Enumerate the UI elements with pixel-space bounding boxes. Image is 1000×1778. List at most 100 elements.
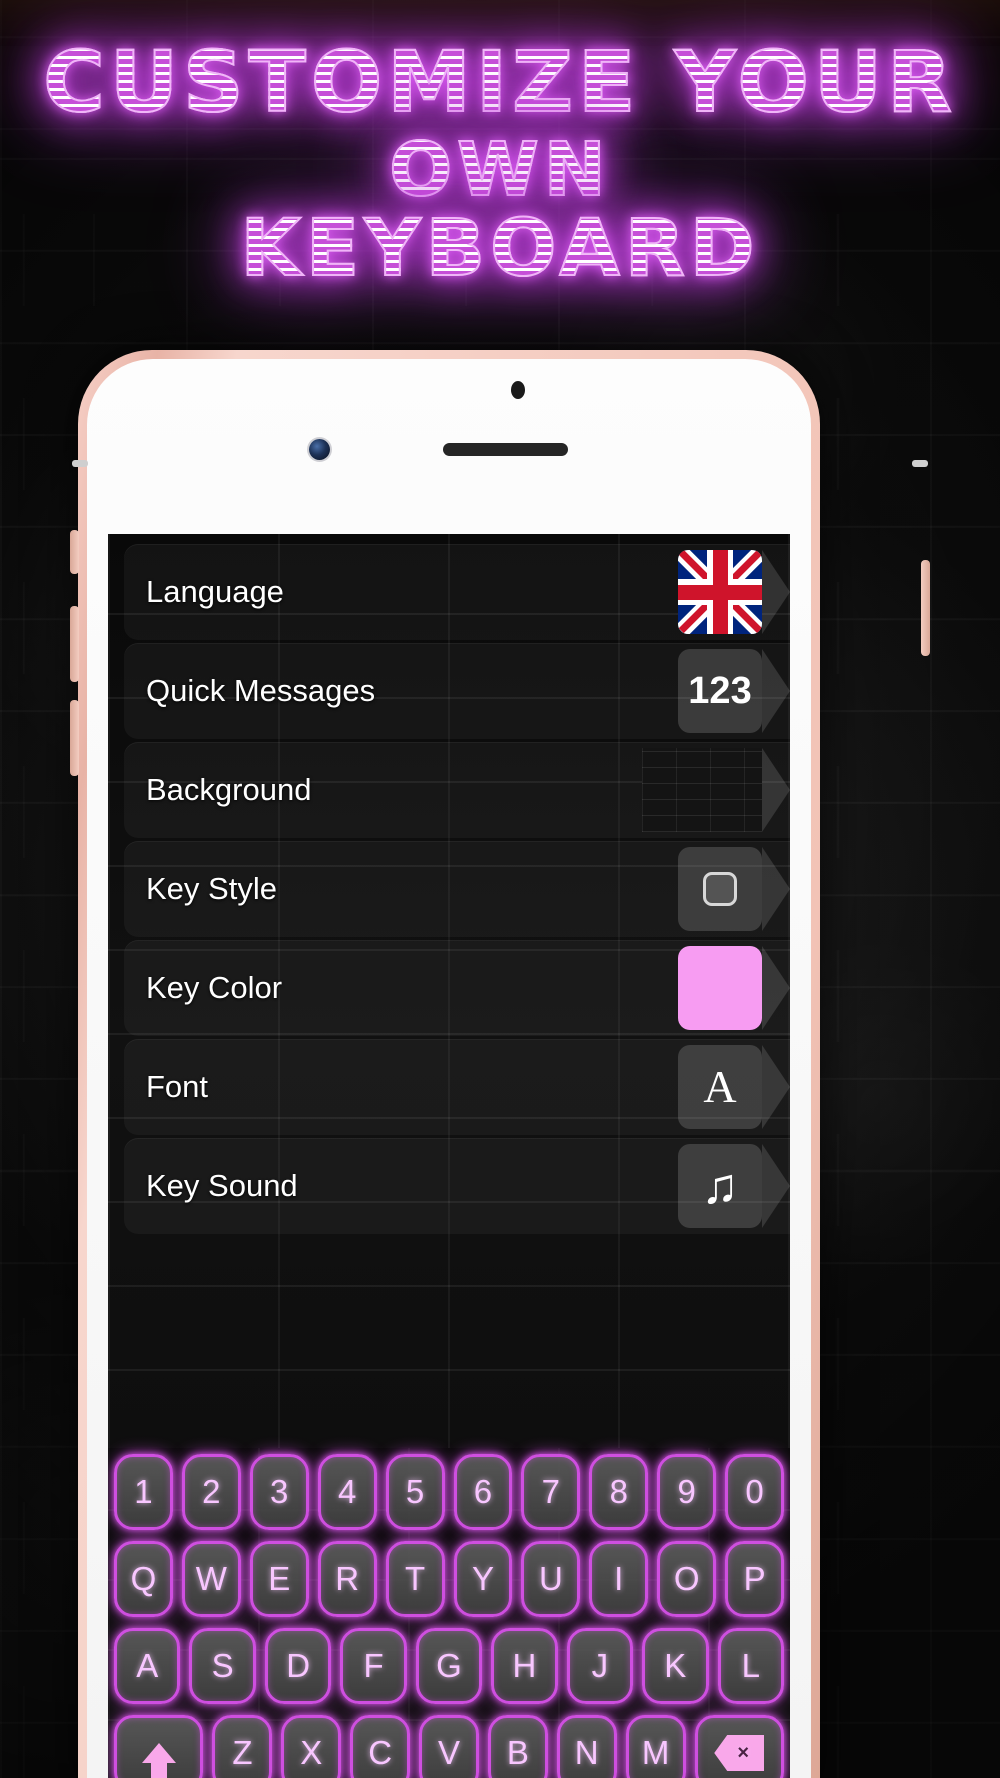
key-k[interactable]: K <box>642 1628 709 1704</box>
phone-front-face: Language Quick Messages 123 Background K… <box>87 359 811 1778</box>
key-2[interactable]: 2 <box>181 1454 241 1530</box>
key-6[interactable]: 6 <box>453 1454 513 1530</box>
key-e[interactable]: E <box>249 1541 309 1617</box>
brick-wall-preview <box>642 748 762 832</box>
power-button[interactable] <box>921 560 930 656</box>
key-3[interactable]: 3 <box>249 1454 309 1530</box>
keyboard-row-home: ASDFGHJKL <box>114 1628 784 1704</box>
key-backspace[interactable]: × <box>694 1715 784 1778</box>
key-0[interactable]: 0 <box>725 1454 785 1530</box>
key-t[interactable]: T <box>385 1541 445 1617</box>
setting-value-quick-messages: 123 <box>678 649 790 733</box>
setting-row-background[interactable]: Background <box>124 742 790 838</box>
earpiece-speaker-icon <box>443 443 568 456</box>
key-4[interactable]: 4 <box>317 1454 377 1530</box>
setting-label-key-sound: Key Sound <box>146 1168 298 1203</box>
key-g[interactable]: G <box>415 1628 483 1704</box>
letter-a-icon: A <box>678 1045 762 1129</box>
key-a[interactable]: A <box>114 1628 181 1704</box>
silent-switch[interactable] <box>70 530 79 574</box>
chevron-right-icon <box>762 550 790 634</box>
setting-label-background: Background <box>146 772 312 807</box>
key-v[interactable]: V <box>419 1715 479 1778</box>
key-j[interactable]: J <box>566 1628 634 1704</box>
headline-line-3: Keyboard <box>0 209 1000 289</box>
front-camera-icon <box>309 439 330 460</box>
letter-a-label: A <box>703 1061 737 1112</box>
chevron-right-icon <box>762 1144 790 1228</box>
headline-line-2: Own <box>0 132 1000 208</box>
volume-up-button[interactable] <box>70 606 79 682</box>
setting-row-key-sound[interactable]: Key Sound ♫ <box>124 1138 790 1234</box>
setting-label-key-style: Key Style <box>146 871 277 906</box>
key-9[interactable]: 9 <box>657 1454 717 1530</box>
chevron-right-icon <box>762 1045 790 1129</box>
neon-keyboard: 1234567890 QWERTYUIOP ASDFGHJKL ZXCVBNM … <box>108 1448 790 1778</box>
setting-row-language[interactable]: Language <box>124 544 790 640</box>
key-n[interactable]: N <box>556 1715 617 1778</box>
keyboard-row-top: QWERTYUIOP <box>113 1541 785 1617</box>
key-w[interactable]: W <box>181 1541 241 1617</box>
key-p[interactable]: P <box>725 1541 785 1617</box>
key-r[interactable]: R <box>317 1541 377 1617</box>
key-z[interactable]: Z <box>212 1715 273 1778</box>
backspace-icon: × <box>714 1735 765 1771</box>
key-l[interactable]: L <box>717 1628 784 1704</box>
keyboard-row-numbers: 1234567890 <box>113 1454 785 1530</box>
setting-value-key-sound: ♫ <box>678 1144 790 1228</box>
chevron-right-icon <box>762 649 790 733</box>
key-m[interactable]: M <box>625 1715 686 1778</box>
key-b[interactable]: B <box>487 1715 548 1778</box>
music-note-glyph: ♫ <box>701 1158 739 1214</box>
antenna-band-right <box>912 460 928 467</box>
key-q[interactable]: Q <box>113 1541 173 1617</box>
phone-screen: Language Quick Messages 123 Background K… <box>108 534 790 1778</box>
screenshot-stage: Customize Your Own Keyboard Language <box>0 0 1000 1778</box>
key-f[interactable]: F <box>340 1628 407 1704</box>
key-1[interactable]: 1 <box>113 1454 173 1530</box>
setting-label-language: Language <box>146 574 284 609</box>
key-y[interactable]: Y <box>453 1541 513 1617</box>
key-o[interactable]: O <box>657 1541 717 1617</box>
keyboard-row-bottom: ZXCVBNM × <box>114 1715 784 1778</box>
key-7[interactable]: 7 <box>521 1454 581 1530</box>
volume-down-button[interactable] <box>70 700 79 776</box>
setting-value-background <box>642 748 790 832</box>
key-shift[interactable] <box>114 1715 204 1778</box>
chevron-right-icon <box>762 748 790 832</box>
settings-list: Language Quick Messages 123 Background K… <box>108 544 790 1237</box>
numbers-123-label: 123 <box>688 669 752 712</box>
headline-line-1: Customize Your <box>0 39 1000 125</box>
proximity-sensor-icon <box>511 381 525 399</box>
setting-value-language <box>678 550 790 634</box>
chevron-right-icon <box>762 946 790 1030</box>
setting-row-font[interactable]: Font A <box>124 1039 790 1135</box>
setting-row-quick-messages[interactable]: Quick Messages 123 <box>124 643 790 739</box>
key-c[interactable]: C <box>350 1715 411 1778</box>
music-note-icon: ♫ <box>678 1144 762 1228</box>
promo-headline: Customize Your Own Keyboard <box>0 39 1000 289</box>
setting-row-key-style[interactable]: Key Style <box>124 841 790 937</box>
key-h[interactable]: H <box>491 1628 558 1704</box>
uk-flag-icon <box>678 550 762 634</box>
phone-device: Language Quick Messages 123 Background K… <box>78 350 820 1778</box>
chevron-right-icon <box>762 847 790 931</box>
setting-value-key-color <box>678 946 790 1030</box>
key-x[interactable]: X <box>281 1715 342 1778</box>
key-i[interactable]: I <box>589 1541 649 1617</box>
numbers-123-icon: 123 <box>678 649 762 733</box>
setting-row-key-color[interactable]: Key Color <box>124 940 790 1036</box>
rounded-key-icon <box>678 847 762 931</box>
setting-value-key-style <box>678 847 790 931</box>
pink-color-swatch <box>678 946 762 1030</box>
key-d[interactable]: D <box>264 1628 332 1704</box>
key-8[interactable]: 8 <box>589 1454 649 1530</box>
key-5[interactable]: 5 <box>385 1454 445 1530</box>
setting-label-key-color: Key Color <box>146 970 283 1005</box>
antenna-band-left <box>72 460 88 467</box>
key-s[interactable]: S <box>189 1628 256 1704</box>
key-u[interactable]: U <box>521 1541 581 1617</box>
setting-label-font: Font <box>146 1069 209 1104</box>
shift-arrow-icon <box>141 1743 176 1778</box>
rounded-key-shape <box>703 872 737 906</box>
